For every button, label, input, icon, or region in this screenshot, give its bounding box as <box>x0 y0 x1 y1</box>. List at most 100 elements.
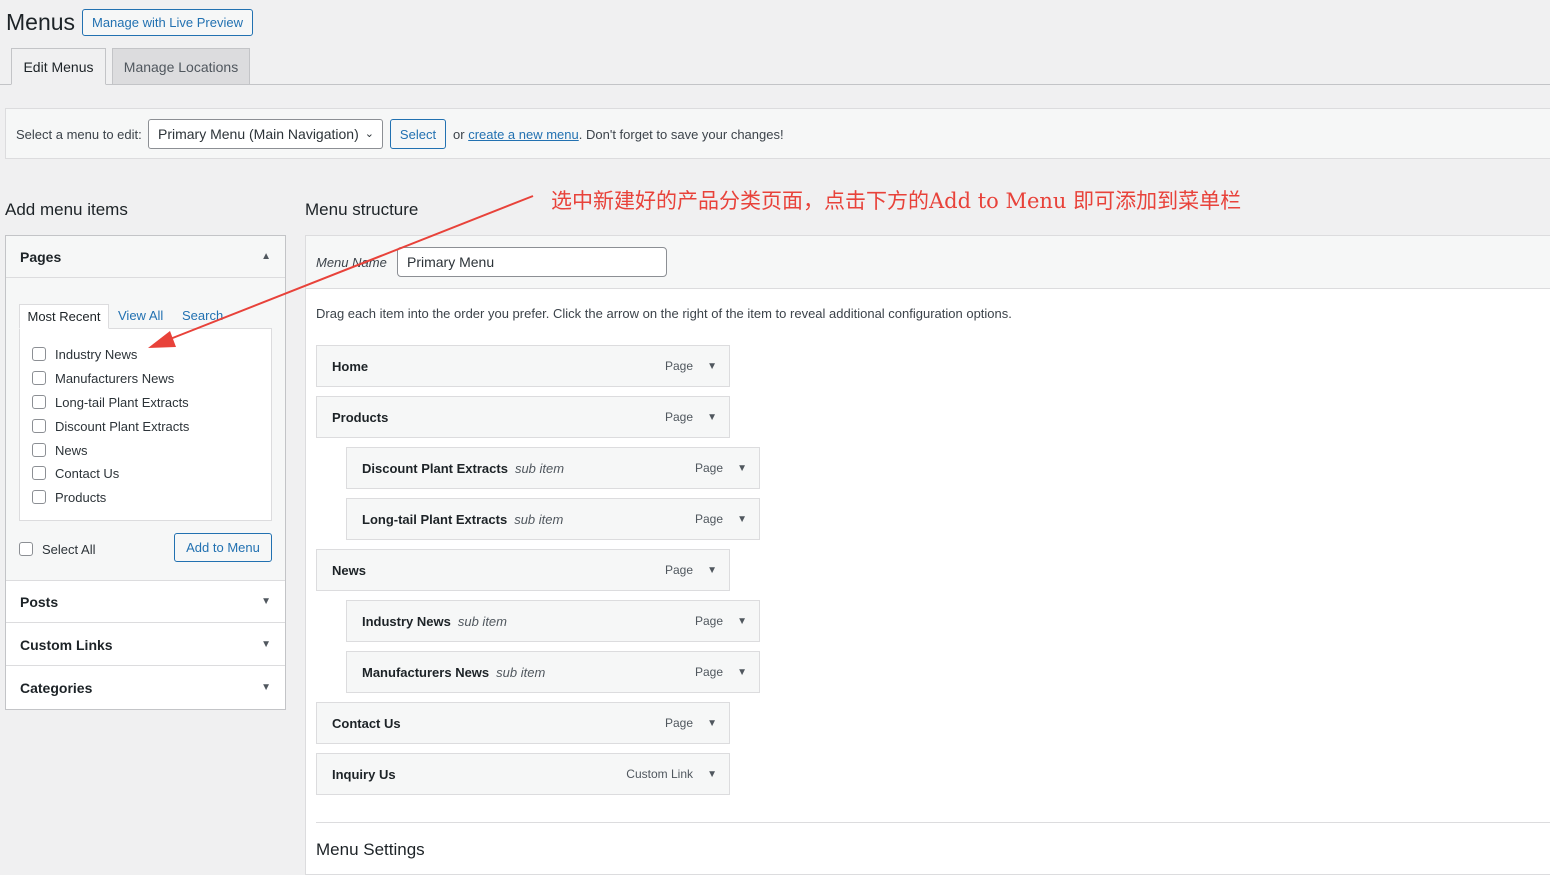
menu-item-title: Contact Us <box>332 715 401 731</box>
menu-item-title: News <box>332 562 366 578</box>
select-all-label: Select All <box>42 541 96 557</box>
live-preview-button[interactable]: Manage with Live Preview <box>82 9 253 36</box>
checkbox[interactable] <box>32 371 46 385</box>
menu-item-title: Products <box>332 409 389 425</box>
menu-item[interactable]: Products Page ▼ <box>316 396 730 438</box>
hint-suffix: . Don't forget to save your changes! <box>578 127 784 142</box>
menu-name-input[interactable]: Primary Menu <box>397 247 667 277</box>
checkbox[interactable] <box>32 419 46 433</box>
select-all-checkbox[interactable] <box>19 542 33 556</box>
menu-item-title: Manufacturers News <box>362 664 490 680</box>
add-to-menu-button[interactable]: Add to Menu <box>174 533 272 562</box>
page-option[interactable]: Long-tail Plant Extracts <box>32 392 189 412</box>
accordion-pages-header[interactable]: Pages ▲ <box>6 236 285 278</box>
tab-edit-menus[interactable]: Edit Menus <box>11 48 106 85</box>
pages-title: Pages <box>20 249 62 265</box>
accordion-posts-header[interactable]: Posts ▼ <box>6 581 285 623</box>
tab-manage-locations[interactable]: Manage Locations <box>112 48 250 85</box>
menu-item-title: Discount Plant Extracts <box>362 460 508 476</box>
page-option-label: Manufacturers News <box>55 370 175 386</box>
sub-item-label: sub item <box>496 664 546 680</box>
select-hint: or create a new menu. Don't forget to sa… <box>453 127 784 142</box>
menu-item[interactable]: News Page ▼ <box>316 549 730 591</box>
menu-item[interactable]: Contact Us Page ▼ <box>316 702 730 744</box>
menu-select-dropdown[interactable]: Primary Menu (Main Navigation) ⌄ <box>148 119 383 149</box>
menu-item-type: Custom Link <box>626 767 693 781</box>
add-menu-items-title: Add menu items <box>5 200 128 219</box>
triangle-down-icon: ▼ <box>261 682 271 693</box>
menu-item-type: Page <box>664 359 693 373</box>
menu-item-type: Page <box>664 563 693 577</box>
triangle-down-icon[interactable]: ▼ <box>707 412 717 423</box>
triangle-down-icon[interactable]: ▼ <box>737 667 747 678</box>
annotation-text: 选中新建好的产品分类页面，点击下方的Add to Menu 即可添加到菜单栏 <box>551 189 1242 213</box>
page-option-label: Industry News <box>55 346 138 362</box>
checkbox[interactable] <box>32 466 46 480</box>
accordion-custom-links-header[interactable]: Custom Links ▼ <box>6 624 285 666</box>
page-option-label: Long-tail Plant Extracts <box>55 394 189 410</box>
page-title: Menus <box>6 9 76 35</box>
menu-settings-title: Menu Settings <box>316 840 425 859</box>
menu-item[interactable]: Inquiry Us Custom Link ▼ <box>316 753 730 795</box>
triangle-down-icon[interactable]: ▼ <box>737 616 747 627</box>
drag-instructions: Drag each item into the order you prefer… <box>316 306 1012 321</box>
select-button[interactable]: Select <box>390 119 446 149</box>
menu-item[interactable]: Home Page ▼ <box>316 345 730 387</box>
triangle-down-icon[interactable]: ▼ <box>737 463 747 474</box>
triangle-up-icon: ▲ <box>261 251 271 262</box>
menu-item-title: Long-tail Plant Extracts <box>362 511 508 527</box>
checkbox[interactable] <box>32 490 46 504</box>
tab-search[interactable]: Search <box>182 304 223 329</box>
categories-title: Categories <box>20 680 93 696</box>
page-option[interactable]: Discount Plant Extracts <box>32 416 189 436</box>
menu-item-title: Industry News <box>362 613 451 629</box>
page-option[interactable]: News <box>32 440 88 460</box>
tab-most-recent[interactable]: Most Recent <box>19 304 109 329</box>
page-option-label: News <box>55 442 88 458</box>
menu-item[interactable]: Manufacturers News sub item Page ▼ <box>346 651 760 693</box>
page-option-label: Discount Plant Extracts <box>55 418 190 434</box>
menu-item[interactable]: Discount Plant Extracts sub item Page ▼ <box>346 447 760 489</box>
sub-item-label: sub item <box>514 460 565 476</box>
menu-item[interactable]: Long-tail Plant Extracts sub item Page ▼ <box>346 498 760 540</box>
triangle-down-icon: ▼ <box>261 596 271 607</box>
settings-divider <box>316 822 1550 823</box>
create-new-menu-link[interactable]: create a new menu <box>468 127 579 142</box>
sub-item-label: sub item <box>457 613 507 629</box>
menu-item-title: Inquiry Us <box>332 766 396 782</box>
select-all[interactable]: Select All <box>19 539 95 559</box>
triangle-down-icon[interactable]: ▼ <box>737 514 747 525</box>
menu-item-type: Page <box>694 461 723 475</box>
menu-item-type: Page <box>664 716 693 730</box>
menu-item-type: Page <box>664 410 693 424</box>
tab-view-all[interactable]: View All <box>118 304 163 329</box>
sub-item-label: sub item <box>514 511 564 527</box>
custom-links-title: Custom Links <box>20 637 113 653</box>
page-option[interactable]: Products <box>32 487 106 507</box>
triangle-down-icon[interactable]: ▼ <box>707 565 717 576</box>
select-menu-label: Select a menu to edit: <box>16 127 142 142</box>
chevron-down-icon: ⌄ <box>364 128 374 140</box>
menu-item-type: Page <box>694 665 723 679</box>
menu-select-value: Primary Menu (Main Navigation) <box>158 126 359 142</box>
menu-item-type: Page <box>694 512 723 526</box>
page-option[interactable]: Contact Us <box>32 463 119 483</box>
triangle-down-icon: ▼ <box>261 639 271 650</box>
checkbox[interactable] <box>32 395 46 409</box>
menu-structure-title: Menu structure <box>305 200 419 219</box>
triangle-down-icon[interactable]: ▼ <box>707 769 717 780</box>
page-option-label: Contact Us <box>55 465 120 481</box>
page-option[interactable]: Manufacturers News <box>32 368 174 388</box>
page-option[interactable]: Industry News <box>32 344 137 364</box>
triangle-down-icon[interactable]: ▼ <box>707 361 717 372</box>
accordion-categories-header[interactable]: Categories ▼ <box>6 667 285 709</box>
triangle-down-icon[interactable]: ▼ <box>707 718 717 729</box>
menu-name-label: Menu Name <box>316 255 387 270</box>
menu-item-title: Home <box>332 358 369 374</box>
checkbox[interactable] <box>32 347 46 361</box>
checkbox[interactable] <box>32 443 46 457</box>
posts-title: Posts <box>20 594 59 610</box>
menu-item-type: Page <box>694 614 723 628</box>
menu-item[interactable]: Industry News sub item Page ▼ <box>346 600 760 642</box>
page-option-label: Products <box>55 489 107 505</box>
